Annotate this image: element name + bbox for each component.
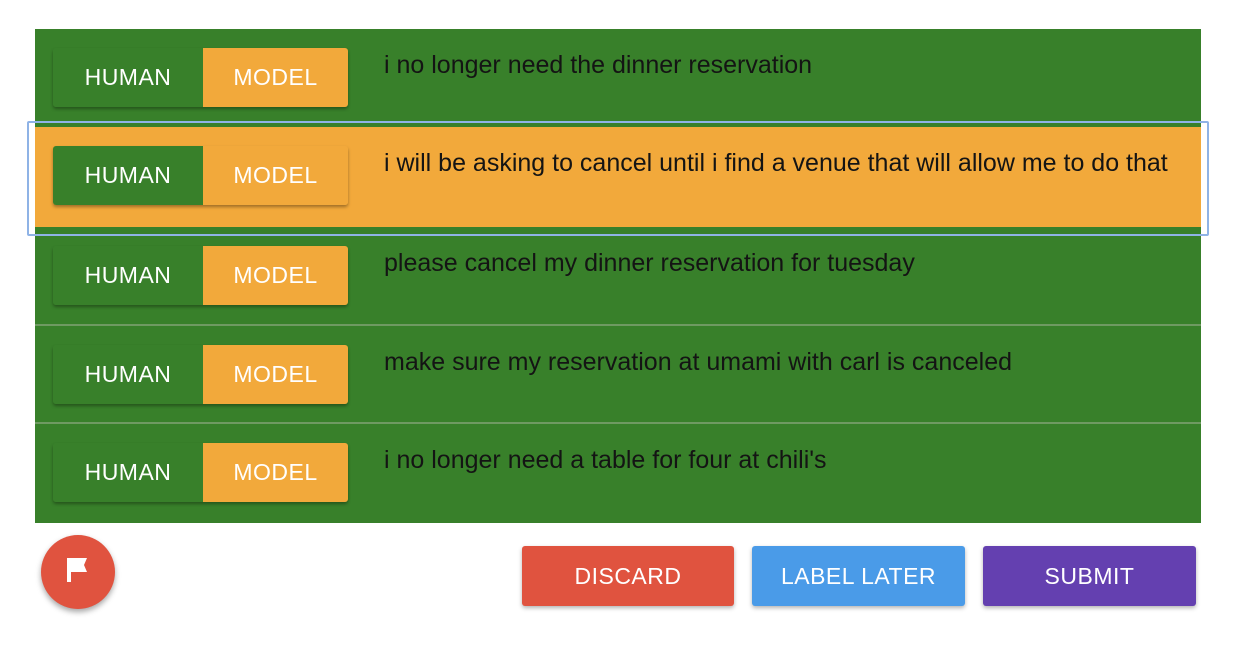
label-toggle: HUMAN MODEL [53,345,348,404]
utterance-row[interactable]: HUMAN MODEL please cancel my dinner rese… [35,227,1201,326]
human-button[interactable]: HUMAN [53,345,203,404]
discard-button[interactable]: DISCARD [522,546,734,606]
label-toggle: HUMAN MODEL [53,246,348,305]
submit-button[interactable]: SUBMIT [983,546,1196,606]
utterance-text: please cancel my dinner reservation for … [384,249,915,277]
model-button[interactable]: MODEL [203,48,348,107]
utterance-text: i no longer need a table for four at chi… [384,446,827,474]
label-toggle: HUMAN MODEL [53,48,348,107]
flag-button[interactable] [41,535,115,609]
flag-icon [64,555,92,590]
model-button[interactable]: MODEL [203,246,348,305]
label-toggle: HUMAN MODEL [53,146,348,205]
human-button[interactable]: HUMAN [53,146,203,205]
utterance-list: HUMAN MODEL i no longer need the dinner … [35,29,1201,523]
utterance-text: i will be asking to cancel until i find … [384,149,1168,177]
model-button[interactable]: MODEL [203,345,348,404]
human-button[interactable]: HUMAN [53,48,203,107]
human-button[interactable]: HUMAN [53,443,203,502]
label-toggle: HUMAN MODEL [53,443,348,502]
label-later-button[interactable]: LABEL LATER [752,546,965,606]
model-button[interactable]: MODEL [203,146,348,205]
utterance-text: make sure my reservation at umami with c… [384,348,1013,376]
utterance-row[interactable]: HUMAN MODEL i no longer need the dinner … [35,29,1201,127]
utterance-row-selected[interactable]: HUMAN MODEL i will be asking to cancel u… [35,127,1201,227]
model-button[interactable]: MODEL [203,443,348,502]
utterance-text: i no longer need the dinner reservation [384,51,813,79]
utterance-row[interactable]: HUMAN MODEL i no longer need a table for… [35,424,1201,523]
utterance-row[interactable]: HUMAN MODEL make sure my reservation at … [35,326,1201,424]
human-button[interactable]: HUMAN [53,246,203,305]
